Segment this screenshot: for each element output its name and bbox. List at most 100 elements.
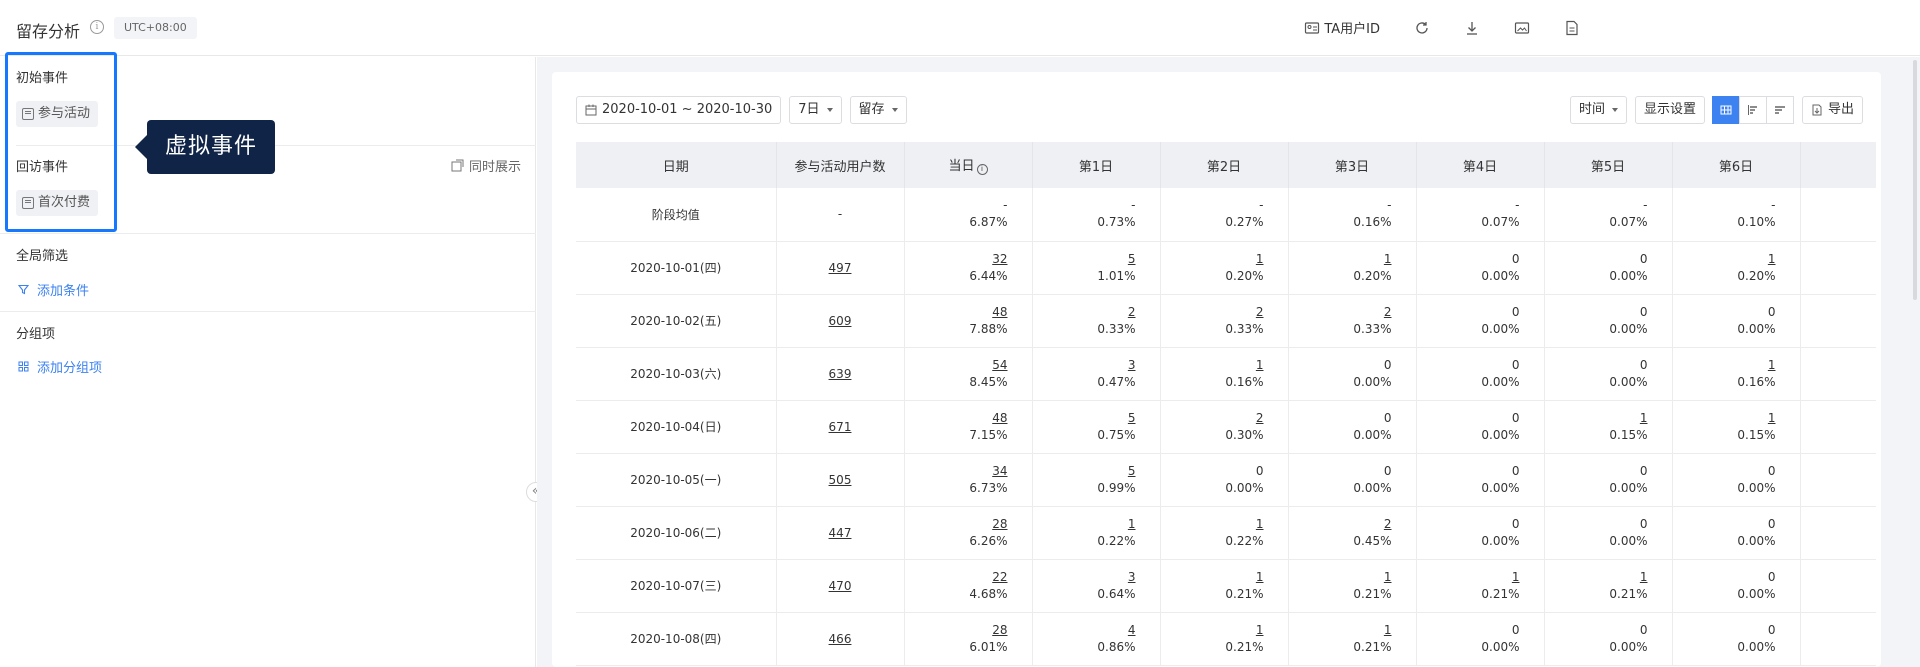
retention-cell[interactable]: 1 0.21% [1416,559,1545,613]
retention-cell[interactable]: 32 6.44% [904,241,1033,295]
retention-count[interactable]: 5 [1033,410,1136,427]
retention-count[interactable]: 2 [1289,516,1392,533]
retention-count[interactable]: 1 [1161,516,1264,533]
retention-count[interactable]: 3 [1033,357,1136,374]
retention-count[interactable]: 2 [1289,304,1392,321]
retention-cell[interactable]: 48 7.88% [904,294,1033,348]
add-group-button[interactable]: 添加分组项 [18,357,102,376]
retention-cell[interactable]: 1 0.16% [1672,347,1801,401]
user-count-value[interactable]: 466 [829,632,852,646]
retention-count[interactable]: 1 [1161,622,1264,639]
user-count-cell[interactable]: 639 [776,347,905,401]
retention-count[interactable]: 34 [905,463,1007,480]
user-count-cell[interactable]: 671 [776,400,905,454]
retention-count[interactable]: 28 [905,622,1007,639]
retention-count[interactable]: 3 [1033,569,1136,586]
retention-cell[interactable]: 1 0.21% [1160,612,1289,666]
retention-cell[interactable]: 34 6.73% [904,453,1033,507]
retention-cell[interactable]: 28 6.01% [904,612,1033,666]
retention-cell[interactable]: 1 0.16% [1160,347,1289,401]
user-count-cell[interactable]: 470 [776,559,905,613]
retention-cell[interactable]: 1 0.21% [1544,559,1673,613]
retention-count[interactable]: 1 [1545,569,1648,586]
column-header[interactable]: 当日 i [904,142,1033,188]
retention-cell[interactable]: 2 0.45% [1288,506,1417,560]
user-count-value[interactable]: 447 [829,526,852,540]
timezone-badge[interactable]: UTC+08:00 [114,17,197,39]
user-count-value[interactable]: 609 [829,314,852,328]
retention-count[interactable]: 32 [905,251,1007,268]
retention-count[interactable]: 1 [1033,516,1136,533]
user-id-button[interactable]: TA用户ID [1304,18,1380,37]
column-header[interactable]: 第1日 [1032,142,1161,188]
add-condition-button[interactable]: 添加条件 [18,280,89,299]
retention-table-wrapper[interactable]: 日期参与活动用户数当日i第1日第2日第3日第4日第5日第6日第7日 阶段均值--… [576,142,1876,666]
retention-cell[interactable]: 1 0.20% [1672,241,1801,295]
retention-cell[interactable]: 48 7.15% [904,400,1033,454]
column-header[interactable]: 第4日 [1416,142,1545,188]
retention-count[interactable]: 4 [1033,622,1136,639]
retention-cell[interactable]: 5 1.01% [1032,241,1161,295]
user-count-value[interactable]: 671 [829,420,852,434]
column-header[interactable]: 第6日 [1672,142,1801,188]
retention-cell[interactable]: 1 0.22% [1032,506,1161,560]
column-header[interactable]: 第7日 [1800,142,1876,188]
retention-cell[interactable]: 1 0.21% [1160,559,1289,613]
retention-count[interactable]: 1 [1417,569,1520,586]
retention-count[interactable]: 5 [1033,251,1136,268]
retention-count[interactable]: 1 [1673,251,1776,268]
download-icon[interactable] [1464,20,1480,36]
retention-count[interactable]: 28 [905,516,1007,533]
user-count-cell[interactable]: 466 [776,612,905,666]
period-select[interactable]: 7日 [789,96,842,124]
user-count-value[interactable]: 639 [829,367,852,381]
sort-view-button[interactable] [1765,96,1794,124]
metric-select[interactable]: 留存 [849,96,907,124]
user-count-cell[interactable]: 447 [776,506,905,560]
retention-count[interactable]: 22 [905,569,1007,586]
retention-count[interactable]: 1 [1161,357,1264,374]
retention-cell[interactable]: 4 0.86% [1032,612,1161,666]
retention-count[interactable]: 2 [1033,304,1136,321]
time-select[interactable]: 时间 [1569,96,1627,124]
column-header[interactable]: 第2日 [1160,142,1289,188]
retention-cell[interactable]: 5 0.99% [1032,453,1161,507]
retention-cell[interactable]: 1 0.21% [1288,559,1417,613]
user-count-cell[interactable]: 609 [776,294,905,348]
retention-cell[interactable]: 1 0.22% [1160,506,1289,560]
retention-count[interactable]: 48 [905,304,1007,321]
retention-cell[interactable]: 2 0.33% [1288,294,1417,348]
user-count-cell[interactable]: 497 [776,241,905,295]
retention-cell[interactable]: 2 0.33% [1160,294,1289,348]
retention-cell[interactable]: 54 8.45% [904,347,1033,401]
retention-count[interactable]: 1 [1161,251,1264,268]
retention-count[interactable]: 1 [1161,569,1264,586]
retention-cell[interactable]: 2 0.30% [1160,400,1289,454]
retention-cell[interactable]: 1 0.20% [1160,241,1289,295]
same-time-display-button[interactable]: 同时展示 [451,156,521,175]
retention-cell[interactable]: 22 4.68% [904,559,1033,613]
user-count-value[interactable]: 497 [829,261,852,275]
retention-count[interactable]: 2 [1161,304,1264,321]
refresh-icon[interactable] [1414,20,1430,36]
retention-cell[interactable]: 1 0.15% [1672,400,1801,454]
export-button[interactable]: 导出 [1801,96,1863,124]
info-icon[interactable]: i [976,164,988,175]
user-count-cell[interactable]: 505 [776,453,905,507]
user-count-value[interactable]: 470 [829,579,852,593]
retention-count[interactable]: 1 [1289,251,1392,268]
retention-cell[interactable]: 5 0.75% [1032,400,1161,454]
retention-count[interactable]: 5 [1033,463,1136,480]
retention-cell[interactable]: 2 0.33% [1032,294,1161,348]
info-icon[interactable]: i [90,20,104,34]
retention-cell[interactable]: 1 0.20% [1288,241,1417,295]
column-header[interactable]: 第3日 [1288,142,1417,188]
column-header[interactable]: 参与活动用户数 [776,142,905,188]
retention-count[interactable]: 1 [1673,410,1776,427]
document-icon[interactable] [1564,20,1580,36]
retention-cell[interactable]: 1 0.21% [1288,612,1417,666]
retention-count[interactable]: 48 [905,410,1007,427]
display-settings-button[interactable]: 显示设置 [1634,96,1705,124]
image-export-icon[interactable] [1514,20,1530,36]
page-scrollbar-thumb[interactable] [1913,60,1917,300]
